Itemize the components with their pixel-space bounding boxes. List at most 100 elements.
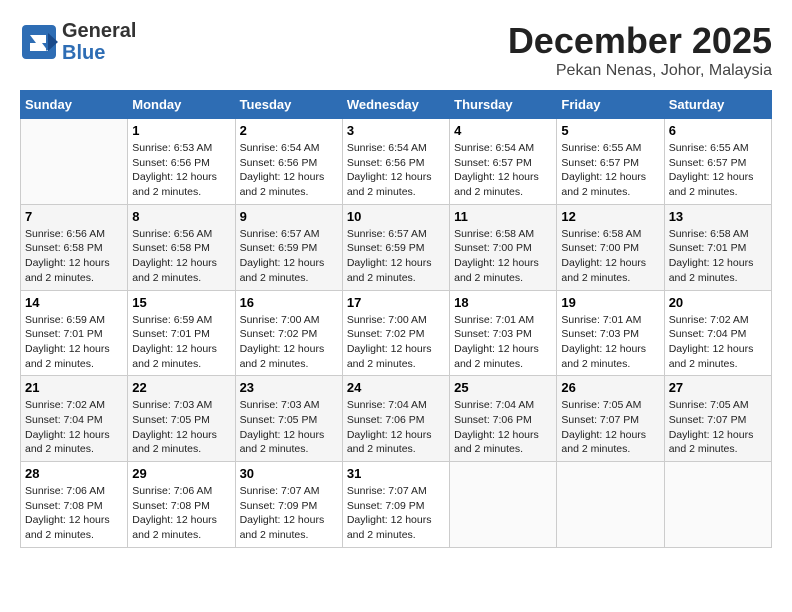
weekday-header: Sunday [21, 91, 128, 119]
calendar-cell: 23Sunrise: 7:03 AMSunset: 7:05 PMDayligh… [235, 376, 342, 462]
sunset-text: Sunset: 6:56 PM [132, 157, 210, 169]
sunset-text: Sunset: 6:58 PM [25, 242, 103, 254]
daylight-line1: Daylight: 12 hours [561, 429, 646, 441]
calendar-cell: 19Sunrise: 7:01 AMSunset: 7:03 PMDayligh… [557, 290, 664, 376]
month-title: December 2025 [508, 20, 772, 62]
day-number: 1 [132, 123, 230, 138]
day-info: Sunrise: 6:58 AMSunset: 7:00 PMDaylight:… [454, 227, 552, 286]
day-number: 11 [454, 209, 552, 224]
daylight-line2: and 2 minutes. [669, 272, 738, 284]
page-header: General Blue December 2025 Pekan Nenas, … [20, 20, 772, 80]
sunset-text: Sunset: 7:01 PM [669, 242, 747, 254]
daylight-line1: Daylight: 12 hours [132, 343, 217, 355]
sunrise-text: Sunrise: 7:06 AM [132, 485, 212, 497]
calendar-cell [557, 462, 664, 548]
sunset-text: Sunset: 7:02 PM [240, 328, 318, 340]
weekday-header-row: SundayMondayTuesdayWednesdayThursdayFrid… [21, 91, 772, 119]
day-number: 16 [240, 295, 338, 310]
daylight-line2: and 2 minutes. [347, 358, 416, 370]
daylight-line2: and 2 minutes. [132, 186, 201, 198]
sunrise-text: Sunrise: 6:55 AM [669, 142, 749, 154]
day-info: Sunrise: 6:59 AMSunset: 7:01 PMDaylight:… [25, 313, 123, 372]
day-number: 14 [25, 295, 123, 310]
day-number: 30 [240, 466, 338, 481]
sunset-text: Sunset: 7:04 PM [25, 414, 103, 426]
calendar-cell: 29Sunrise: 7:06 AMSunset: 7:08 PMDayligh… [128, 462, 235, 548]
calendar-week-row: 1 Sunrise: 6:53 AM Sunset: 6:56 PM Daylight… [21, 119, 772, 205]
sunrise-text: Sunrise: 7:05 AM [561, 399, 641, 411]
sunset-text: Sunset: 7:01 PM [132, 328, 210, 340]
day-info: Sunrise: 7:05 AMSunset: 7:07 PMDaylight:… [669, 398, 767, 457]
calendar-cell: 9Sunrise: 6:57 AMSunset: 6:59 PMDaylight… [235, 204, 342, 290]
sunrise-text: Sunrise: 7:03 AM [132, 399, 212, 411]
daylight-line2: and 2 minutes. [25, 272, 94, 284]
day-info: Sunrise: 6:54 AMSunset: 6:56 PMDaylight:… [240, 141, 338, 200]
daylight-line1: Daylight: 12 hours [347, 343, 432, 355]
day-info: Sunrise: 7:02 AMSunset: 7:04 PMDaylight:… [669, 313, 767, 372]
daylight-line1: Daylight: 12 hours [454, 429, 539, 441]
logo-blue: Blue [62, 42, 105, 64]
calendar-cell: 8Sunrise: 6:56 AMSunset: 6:58 PMDaylight… [128, 204, 235, 290]
daylight-line2: and 2 minutes. [347, 186, 416, 198]
daylight-line1: Daylight: 12 hours [25, 429, 110, 441]
calendar-week-row: 28Sunrise: 7:06 AMSunset: 7:08 PMDayligh… [21, 462, 772, 548]
day-info: Sunrise: 6:54 AMSunset: 6:57 PMDaylight:… [454, 141, 552, 200]
calendar-cell: 11 Sunrise: 6:58 AMSunset: 7:00 PMDayligh… [450, 204, 557, 290]
day-number: 3 [347, 123, 445, 138]
weekday-header: Friday [557, 91, 664, 119]
daylight-line2: and 2 minutes. [669, 358, 738, 370]
sunrise-text: Sunrise: 7:01 AM [561, 314, 641, 326]
day-number: 6 [669, 123, 767, 138]
day-info: Sunrise: 6:58 AMSunset: 7:01 PMDaylight:… [669, 227, 767, 286]
calendar-cell: 24Sunrise: 7:04 AMSunset: 7:06 PMDayligh… [342, 376, 449, 462]
sunset-text: Sunset: 7:00 PM [561, 242, 639, 254]
calendar-week-row: 14Sunrise: 6:59 AMSunset: 7:01 PMDayligh… [21, 290, 772, 376]
day-info: Sunrise: 6:56 AMSunset: 6:58 PMDaylight:… [132, 227, 230, 286]
daylight-line1: Daylight: 12 hours [669, 171, 754, 183]
sunrise-text: Sunrise: 6:53 AM [132, 142, 212, 154]
daylight-line1: Daylight: 12 hours [454, 171, 539, 183]
day-number: 2 [240, 123, 338, 138]
calendar-cell: 31Sunrise: 7:07 AMSunset: 7:09 PMDayligh… [342, 462, 449, 548]
daylight-line1: Daylight: 12 hours [669, 257, 754, 269]
day-info: Sunrise: 6:57 AMSunset: 6:59 PMDaylight:… [347, 227, 445, 286]
calendar-cell: 5Sunrise: 6:55 AMSunset: 6:57 PMDaylight… [557, 119, 664, 205]
calendar-cell: 16Sunrise: 7:00 AMSunset: 7:02 PMDayligh… [235, 290, 342, 376]
day-number: 10 [347, 209, 445, 224]
daylight-line2: and 2 minutes. [132, 529, 201, 541]
calendar-cell: 12Sunrise: 6:58 AMSunset: 7:00 PMDayligh… [557, 204, 664, 290]
daylight-line2: and 2 minutes. [454, 443, 523, 455]
sunrise-text: Sunrise: 6:56 AM [132, 228, 212, 240]
sunset-text: Sunset: 7:02 PM [347, 328, 425, 340]
calendar-cell [450, 462, 557, 548]
sunrise-text: Sunrise: 6:59 AM [25, 314, 105, 326]
daylight-line2: and 2 minutes. [240, 529, 309, 541]
sunset-text: Sunset: 7:08 PM [25, 500, 103, 512]
logo: General Blue [20, 20, 136, 64]
daylight-line2: and 2 minutes. [669, 443, 738, 455]
daylight-line2: and 2 minutes. [347, 443, 416, 455]
sunrise-text: Sunrise: 7:03 AM [240, 399, 320, 411]
day-number: 18 [454, 295, 552, 310]
calendar-cell: 20Sunrise: 7:02 AMSunset: 7:04 PMDayligh… [664, 290, 771, 376]
calendar-cell: 3Sunrise: 6:54 AMSunset: 6:56 PMDaylight… [342, 119, 449, 205]
day-number: 26 [561, 380, 659, 395]
day-info: Sunrise: 6:58 AMSunset: 7:00 PMDaylight:… [561, 227, 659, 286]
day-info: Sunrise: 7:02 AMSunset: 7:04 PMDaylight:… [25, 398, 123, 457]
daylight-line2: and 2 minutes. [240, 358, 309, 370]
sunset-text: Sunset: 6:57 PM [561, 157, 639, 169]
day-number: 17 [347, 295, 445, 310]
sunrise-text: Sunrise: 7:07 AM [240, 485, 320, 497]
day-number: 24 [347, 380, 445, 395]
day-info: Sunrise: 7:06 AMSunset: 7:08 PMDaylight:… [25, 484, 123, 543]
sunrise-text: Sunrise: 6:55 AM [561, 142, 641, 154]
daylight-line2: and 2 minutes. [454, 272, 523, 284]
daylight-line2: and 2 minutes. [561, 443, 630, 455]
sunrise-text: Sunrise: 7:01 AM [454, 314, 534, 326]
sunrise-text: Sunrise: 7:04 AM [454, 399, 534, 411]
sunrise-text: Sunrise: 6:58 AM [561, 228, 641, 240]
day-number: 9 [240, 209, 338, 224]
sunset-text: Sunset: 6:57 PM [669, 157, 747, 169]
daylight-line1: Daylight: 12 hours [132, 514, 217, 526]
calendar-cell: 28Sunrise: 7:06 AMSunset: 7:08 PMDayligh… [21, 462, 128, 548]
